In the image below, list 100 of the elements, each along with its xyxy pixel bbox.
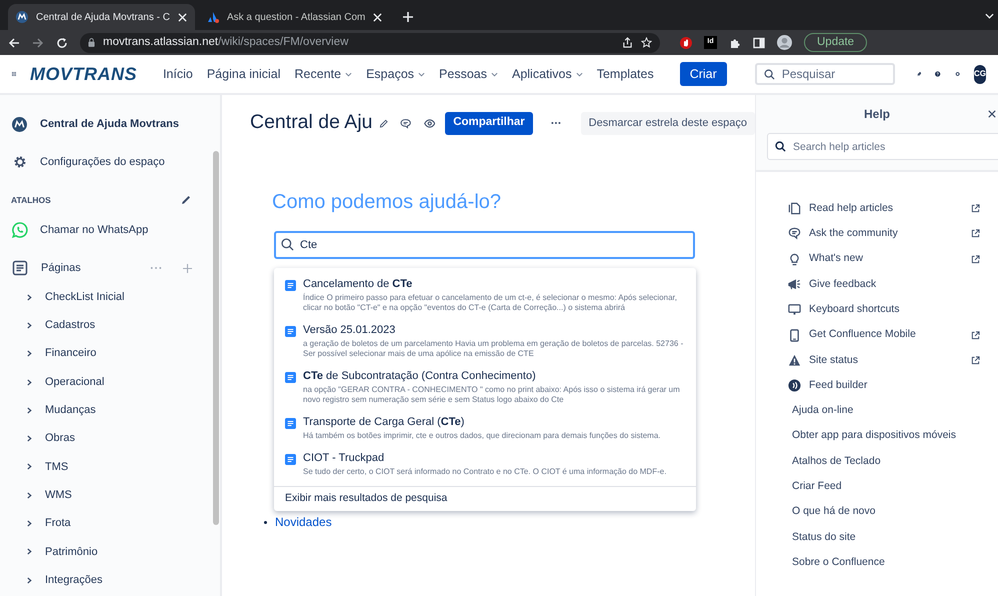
document-icon bbox=[285, 326, 296, 337]
chevron-right-icon[interactable] bbox=[27, 350, 32, 358]
help-menu-item[interactable]: Read help articles bbox=[809, 200, 963, 217]
page-tree-item[interactable]: WMS bbox=[45, 486, 72, 504]
create-button[interactable]: Criar bbox=[680, 62, 727, 86]
panel-title: Help bbox=[864, 106, 890, 123]
help-link[interactable]: O que há de novo bbox=[792, 504, 876, 520]
nav-menu-item[interactable]: Pessoas bbox=[439, 64, 498, 84]
chevron-right-icon[interactable] bbox=[27, 322, 32, 329]
puzzle-icon[interactable] bbox=[729, 36, 741, 48]
page-tree-item[interactable]: Obras bbox=[45, 430, 75, 447]
lightbulb-icon bbox=[788, 252, 801, 266]
close-icon[interactable] bbox=[988, 110, 996, 118]
sidebar-icon[interactable] bbox=[753, 36, 765, 48]
new-tab-icon[interactable] bbox=[402, 11, 414, 23]
tab-title: Ask a question - Atlassian Com bbox=[226, 10, 366, 24]
document-icon bbox=[788, 202, 801, 216]
page-tree-item[interactable]: Cadastros bbox=[45, 317, 96, 334]
nav-menu-item[interactable]: Aplicativos bbox=[512, 64, 583, 84]
browser-tab[interactable]: Ask a question - Atlassian Com bbox=[198, 4, 390, 30]
help-link[interactable]: Atalhos de Teclado bbox=[792, 454, 881, 470]
star-icon[interactable] bbox=[641, 37, 652, 48]
address-bar[interactable]: movtrans.atlassian.net/wiki/spaces/FM/overview bbox=[80, 32, 660, 52]
pencil-icon[interactable] bbox=[180, 194, 192, 206]
page-tree-item[interactable]: Operacional bbox=[45, 374, 104, 390]
triangle-logo-icon bbox=[206, 11, 219, 23]
scrollbar[interactable] bbox=[213, 151, 219, 525]
logo[interactable]: MOVTRANS bbox=[30, 60, 137, 88]
share-button[interactable]: Compartilhar bbox=[445, 112, 533, 134]
nav-menu-item[interactable]: Início bbox=[162, 64, 193, 84]
document-icon bbox=[285, 280, 296, 291]
nav-menu-item[interactable]: Espaços bbox=[366, 64, 426, 84]
page-tree-item[interactable]: Patrimônio bbox=[45, 544, 98, 560]
share-icon[interactable] bbox=[622, 37, 633, 48]
nav-menu-item[interactable]: Templates bbox=[596, 64, 654, 84]
shortcut-link[interactable]: Chamar no WhatsApp bbox=[40, 222, 148, 238]
search-result-title[interactable]: Versão 25.01.2023 bbox=[303, 322, 685, 338]
page-tree-item[interactable]: CheckList Inicial bbox=[45, 288, 124, 306]
search-result-title[interactable]: CTe de Subcontratação (Contra Conhecimento) bbox=[303, 368, 685, 384]
help-menu-item[interactable]: Ask the community bbox=[809, 226, 963, 242]
help-link[interactable]: Criar Feed bbox=[792, 479, 842, 495]
forward-icon[interactable] bbox=[32, 36, 44, 48]
search-field[interactable]: Cte bbox=[274, 231, 695, 259]
search-result-title[interactable]: Transporte de Carga Geral (CTe) bbox=[303, 414, 661, 430]
chevron-down-icon[interactable] bbox=[985, 13, 994, 19]
help-menu-item[interactable]: Keyboard shortcuts bbox=[809, 302, 980, 318]
user-avatar[interactable]: CG bbox=[974, 64, 986, 84]
nav-menu-item[interactable]: Recente bbox=[294, 64, 352, 84]
more-icon[interactable] bbox=[550, 121, 561, 125]
search-field[interactable]: Search help articles bbox=[767, 133, 998, 160]
help-link[interactable]: Obter app para dispositivos móveis bbox=[792, 428, 956, 444]
eye-icon[interactable] bbox=[424, 118, 436, 128]
page-tree-item[interactable]: Mudanças bbox=[45, 402, 96, 419]
feed-icon bbox=[788, 379, 801, 392]
sidebar-section-title[interactable]: Páginas bbox=[41, 260, 137, 276]
space-name[interactable]: Central de Ajuda Movtrans bbox=[40, 116, 179, 132]
help-link[interactable]: Sobre o Confluence bbox=[792, 554, 885, 571]
document-icon bbox=[285, 454, 296, 465]
chevron-right-icon[interactable] bbox=[27, 294, 32, 301]
search-icon bbox=[775, 141, 786, 152]
space-logo-icon[interactable] bbox=[12, 116, 27, 132]
help-link[interactable]: Ajuda on-line bbox=[792, 403, 854, 419]
page-icon[interactable] bbox=[12, 260, 28, 276]
page-tree-item[interactable]: Financeiro bbox=[45, 345, 96, 362]
unstar-button[interactable]: Desmarcar estrela deste espaço bbox=[580, 112, 755, 134]
help-menu-item[interactable]: Get Confluence Mobile bbox=[809, 327, 963, 343]
help-menu-item[interactable]: What's new bbox=[809, 251, 963, 268]
chevron-right-icon[interactable] bbox=[27, 492, 32, 499]
hand-icon[interactable] bbox=[680, 36, 692, 48]
more-results-link[interactable]: Exibir mais resultados de pesquisa bbox=[274, 486, 696, 511]
page-tree-item[interactable]: Integrações bbox=[45, 572, 102, 588]
search-icon bbox=[281, 238, 294, 251]
search-result-title[interactable]: CIOT - Truckpad bbox=[303, 450, 666, 466]
page-link[interactable]: Novidades bbox=[275, 513, 332, 531]
search-result-title[interactable]: Cancelamento de CTe bbox=[303, 276, 685, 292]
help-menu-item[interactable]: Feed builder bbox=[809, 378, 980, 394]
chevron-right-icon[interactable] bbox=[27, 406, 32, 414]
page-tree-item[interactable]: Frota bbox=[45, 515, 71, 532]
help-link[interactable]: Status do site bbox=[792, 530, 856, 546]
chevron-right-icon[interactable] bbox=[27, 463, 32, 470]
comment-icon[interactable] bbox=[400, 116, 412, 130]
help-menu-item[interactable]: Give feedback bbox=[809, 276, 980, 292]
monitor-icon bbox=[788, 303, 801, 316]
search-result-snippet: na opção "GERAR CONTRA - CONHECIMENTO " como no print abaixo: Após isso o sistema irá gerar um novo registro sem numeração sem série e sem Status logo abaixo do Cte bbox=[303, 385, 681, 405]
update-button[interactable]: Update bbox=[804, 33, 868, 52]
settings-icon[interactable] bbox=[13, 155, 27, 169]
search-field[interactable]: Pesquisar bbox=[754, 63, 895, 85]
avatar-icon[interactable] bbox=[777, 35, 792, 50]
sidebar-link[interactable]: Configurações do espaço bbox=[40, 154, 165, 170]
chevron-right-icon[interactable] bbox=[27, 548, 32, 556]
help-menu-item[interactable]: Site status bbox=[809, 352, 963, 368]
nav-menu-item[interactable]: Página inicial bbox=[206, 64, 281, 84]
chevron-right-icon[interactable] bbox=[27, 576, 32, 584]
chevron-right-icon[interactable] bbox=[27, 378, 32, 386]
chevron-right-icon[interactable] bbox=[27, 435, 32, 442]
page-tree-item[interactable]: TMS bbox=[45, 458, 68, 476]
chevron-right-icon[interactable] bbox=[27, 520, 32, 528]
back-icon[interactable] bbox=[8, 36, 20, 48]
reload-icon[interactable] bbox=[56, 36, 68, 48]
browser-tab[interactable]: Central de Ajuda Movtrans - C bbox=[8, 4, 195, 30]
